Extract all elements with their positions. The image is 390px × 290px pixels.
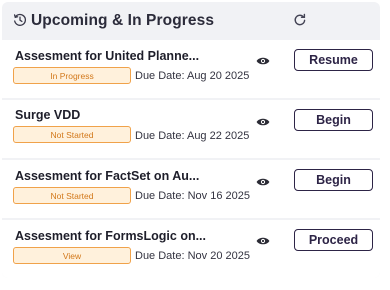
eye-icon[interactable] [256,53,270,65]
panel-header: Upcoming & In Progress [2,2,380,38]
eye-icon[interactable] [256,114,270,126]
resume-button[interactable]: Resume [294,49,373,71]
due-date: Due Date: Aug 20 2025 [135,70,250,82]
due-date: Due Date: Nov 16 2025 [135,190,250,202]
eye-icon[interactable] [256,233,270,245]
list-item: Assesment for FactSet on Au... Not Start… [2,160,380,218]
item-name: Assesment for United Planne... [15,49,200,63]
panel-title: Upcoming & In Progress [31,12,215,29]
begin-button[interactable]: Begin [294,109,373,131]
item-name: Assesment for FactSet on Au... [15,169,200,183]
list-item: Surge VDD Not Started Due Date: Aug 22 2… [2,100,380,158]
upcoming-panel: Upcoming & In Progress Assesment for Uni… [2,2,380,278]
status-badge: View [13,247,131,264]
eye-icon[interactable] [256,174,270,186]
item-name: Surge VDD [15,108,81,122]
status-badge: Not Started [13,187,131,204]
clock-history-icon [13,13,27,27]
status-badge: In Progress [13,67,131,84]
due-date: Due Date: Aug 22 2025 [135,130,250,142]
refresh-icon[interactable] [293,13,307,27]
begin-button[interactable]: Begin [294,169,373,191]
list-item: Assesment for United Planne... In Progre… [2,40,380,98]
item-name: Assesment for FormsLogic on... [15,229,207,243]
due-date: Due Date: Nov 20 2025 [135,250,250,262]
proceed-button[interactable]: Proceed [294,229,373,251]
status-badge: Not Started [13,126,131,143]
list-item: Assesment for FormsLogic on... View Due … [2,220,380,278]
